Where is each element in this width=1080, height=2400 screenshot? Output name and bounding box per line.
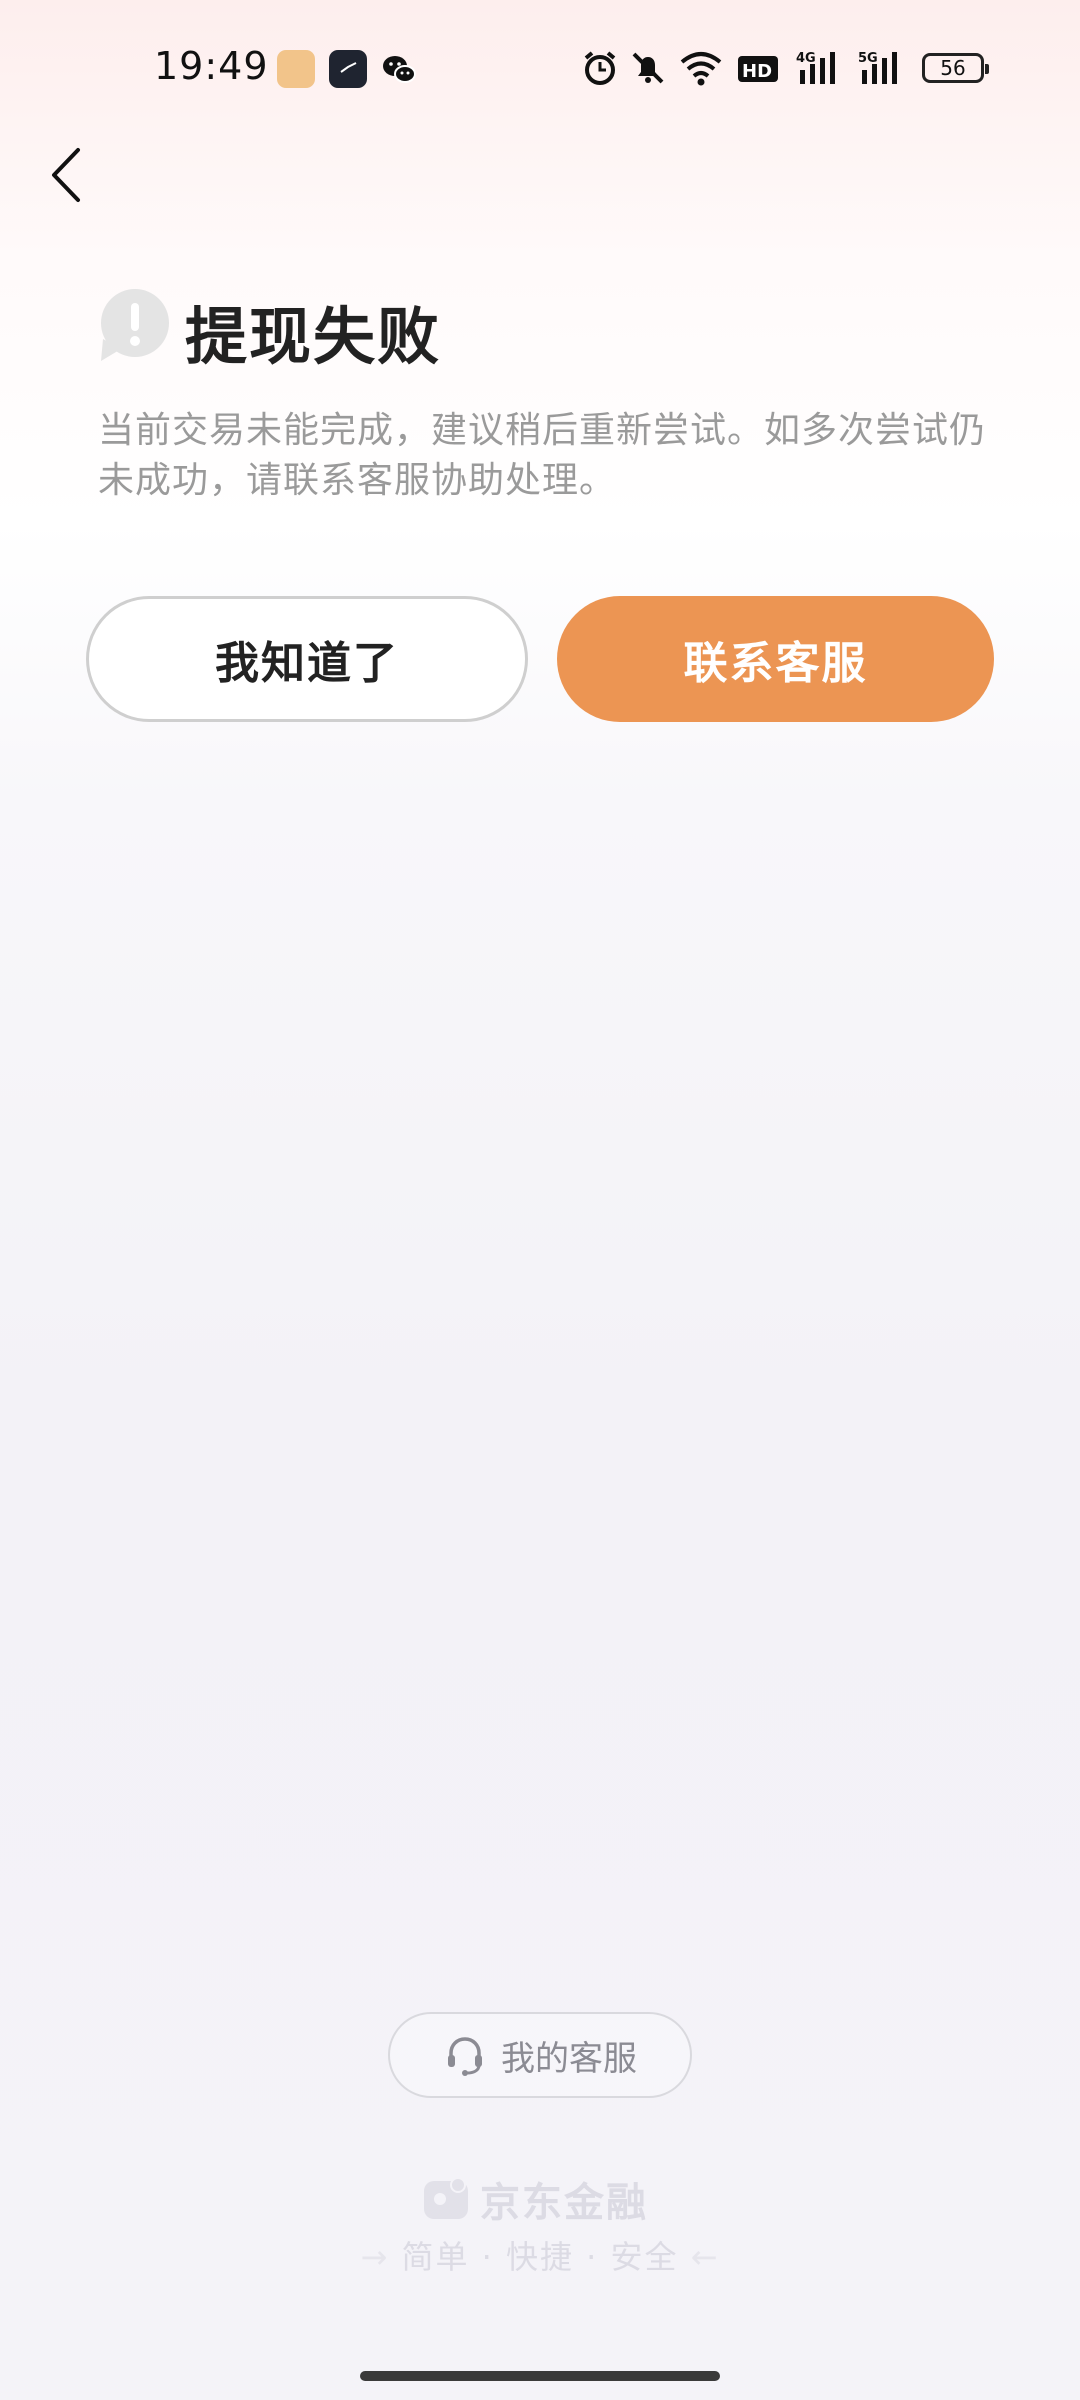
wifi-icon xyxy=(680,52,722,86)
jd-finance-logo-icon xyxy=(424,2177,468,2219)
brand-name: 京东金融 xyxy=(480,2180,648,2226)
headset-icon xyxy=(448,2037,482,2076)
acknowledge-button[interactable]: 我知道了 xyxy=(86,596,528,722)
warning-icon xyxy=(101,289,169,361)
error-description: 当前交易未能完成，建议稍后重新尝试。如多次尝试仍未成功，请联系客服协助处理。 xyxy=(98,410,987,501)
svg-text:HD: HD xyxy=(742,61,772,82)
svg-text:5G: 5G xyxy=(858,51,878,66)
chevron-left-icon xyxy=(52,148,80,202)
contact-service-button[interactable]: 联系客服 xyxy=(557,596,994,722)
back-button[interactable] xyxy=(40,140,100,210)
alarm-icon xyxy=(584,51,616,85)
brand-logo: 京东金融 xyxy=(422,2170,648,2228)
my-service-button[interactable]: 我的客服 xyxy=(388,2012,692,2098)
my-service-label: 我的客服 xyxy=(501,2038,637,2079)
page-title: 提现失败 xyxy=(185,300,442,373)
signal-4g-icon: 4G xyxy=(796,51,835,84)
status-bar: 19:49 HD 4G 5G 56 xyxy=(0,0,1080,140)
mute-bell-icon xyxy=(632,52,664,84)
status-time: 19:49 xyxy=(154,44,269,88)
hd-icon: HD xyxy=(738,56,778,82)
battery-indicator: 56 xyxy=(922,53,989,83)
home-indicator[interactable] xyxy=(360,2371,720,2381)
svg-text:4G: 4G xyxy=(796,51,816,66)
signal-5g-icon: 5G xyxy=(858,51,897,84)
wechat-icon xyxy=(380,50,418,88)
brand-tagline: → 简单 · 快捷 · 安全 ← xyxy=(360,2238,720,2276)
clock-app-icon xyxy=(329,50,367,88)
notification-app-icon xyxy=(277,50,315,88)
